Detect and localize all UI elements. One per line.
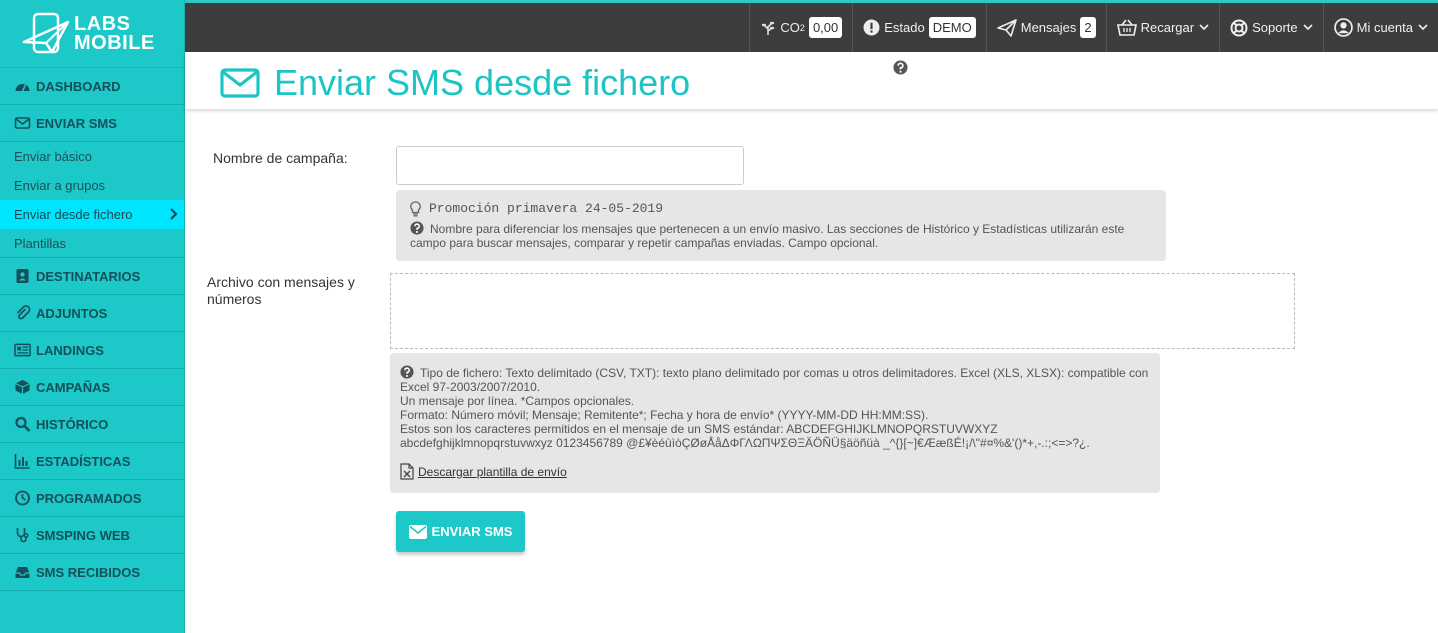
stethoscope-icon: [12, 527, 32, 543]
dashboard-icon: [12, 78, 32, 94]
top-navbar: CO 2 0,00 Estado DEMO Mensajes 2 Recargar…: [185, 0, 1438, 52]
send-sms-button[interactable]: ENVIAR SMS: [396, 511, 525, 552]
estado-indicator[interactable]: Estado DEMO: [852, 3, 985, 52]
sidebar-item-estadisticas[interactable]: ESTADÍSTICAS: [0, 443, 184, 480]
sidebar-item-enviar-sms[interactable]: ENVIAR SMS: [0, 105, 184, 142]
file-label: Archivo con mensajes y números: [207, 274, 355, 307]
clock-icon: [12, 490, 32, 506]
sidebar-item-destinatarios[interactable]: DESTINATARIOS: [0, 258, 184, 295]
file-help-line: Un mensaje por línea. *Campos opcionales…: [400, 394, 635, 408]
paper-plane-logo-icon: [22, 12, 70, 53]
sidebar-item-sms-recibidos[interactable]: SMS RECIBIDOS: [0, 554, 184, 591]
file-help-line: abcdefghijklmnopqrstuvwxyz 0123456789 @£…: [400, 436, 1090, 450]
bar-chart-icon: [12, 453, 32, 469]
download-template-link[interactable]: Descargar plantilla de envío: [400, 463, 1150, 480]
cube-icon: [12, 379, 32, 395]
chevron-down-icon: [1418, 24, 1428, 31]
sidebar-item-landings[interactable]: LANDINGS: [0, 332, 184, 369]
page-header: Enviar SMS desde fichero: [185, 52, 1438, 109]
estado-value-badge: DEMO: [928, 17, 976, 38]
sidebar-item-programados[interactable]: PROGRAMADOS: [0, 480, 184, 517]
leaf-icon: [762, 21, 775, 35]
sidebar-item-smsping-web[interactable]: SMSPING WEB: [0, 517, 184, 554]
logo[interactable]: LABS MOBILE: [0, 0, 184, 68]
recargar-menu[interactable]: Recargar: [1105, 3, 1219, 52]
envelope-icon: [220, 68, 260, 98]
newspaper-icon: [12, 342, 32, 358]
chevron-right-icon: [170, 208, 178, 220]
soporte-menu[interactable]: Soporte: [1219, 3, 1323, 52]
user-circle-icon: [1333, 18, 1353, 37]
contacts-icon: [12, 268, 32, 284]
excel-file-icon: [400, 463, 414, 480]
page-title: Enviar SMS desde fichero: [220, 62, 690, 104]
campaign-name-input[interactable]: [396, 146, 744, 185]
sidebar-item-adjuntos[interactable]: ADJUNTOS: [0, 295, 184, 332]
envelope-icon: [408, 524, 427, 539]
sidebar-subitem-plantillas[interactable]: Plantillas: [0, 229, 184, 258]
logo-text: LABS MOBILE: [74, 12, 155, 54]
inbox-icon: [12, 564, 32, 580]
co2-indicator[interactable]: CO 2 0,00: [749, 3, 852, 52]
campaign-name-label: Nombre de campaña:: [213, 150, 348, 166]
sidebar-item-historico[interactable]: HISTÓRICO: [0, 406, 184, 443]
mi-cuenta-menu[interactable]: Mi cuenta: [1322, 3, 1438, 52]
co2-value-badge: 0,00: [808, 17, 843, 38]
sidebar-subitem-enviar-grupos[interactable]: Enviar a grupos: [0, 171, 184, 200]
shopping-basket-icon: [1116, 19, 1137, 36]
mensajes-indicator[interactable]: Mensajes 2: [985, 3, 1106, 52]
sidebar-subitem-enviar-basico[interactable]: Enviar básico: [0, 142, 184, 171]
question-circle-icon[interactable]: [893, 60, 908, 75]
file-help-line: Tipo de fichero: Texto delimitado (CSV, …: [400, 365, 1149, 394]
sidebar-item-campanas[interactable]: CAMPAÑAS: [0, 369, 184, 406]
sidebar-item-dashboard[interactable]: DASHBOARD: [0, 68, 184, 105]
paperclip-icon: [12, 305, 32, 321]
campaign-help-text: Nombre para diferenciar los mensajes que…: [410, 221, 1125, 250]
mensajes-count-badge: 2: [1080, 17, 1096, 38]
question-circle-icon: [400, 365, 414, 379]
chevron-down-icon: [1303, 24, 1313, 31]
lightbulb-icon: [410, 201, 421, 217]
campaign-example: Promoción primavera 24-05-2019: [410, 201, 1152, 217]
life-ring-icon: [1230, 19, 1248, 36]
file-help-box: Tipo de fichero: Texto delimitado (CSV, …: [390, 353, 1160, 493]
search-icon: [12, 416, 32, 432]
sidebar: LABS MOBILE DASHBOARD ENVIAR SMS Enviar …: [0, 0, 185, 633]
question-circle-icon: [410, 221, 424, 235]
sidebar-subitem-enviar-fichero[interactable]: Enviar desde fichero: [0, 200, 184, 229]
envelope-icon: [12, 115, 32, 131]
file-dropzone[interactable]: [390, 273, 1295, 349]
file-help-line: Estos son los caracteres permitidos en e…: [400, 422, 998, 436]
campaign-help-box: Promoción primavera 24-05-2019 Nombre pa…: [396, 190, 1166, 261]
chevron-down-icon: [1199, 24, 1209, 31]
file-help-line: Formato: Número móvil; Mensaje; Remitent…: [400, 408, 929, 422]
exclamation-circle-icon: [863, 19, 880, 36]
paper-plane-icon: [996, 18, 1017, 37]
